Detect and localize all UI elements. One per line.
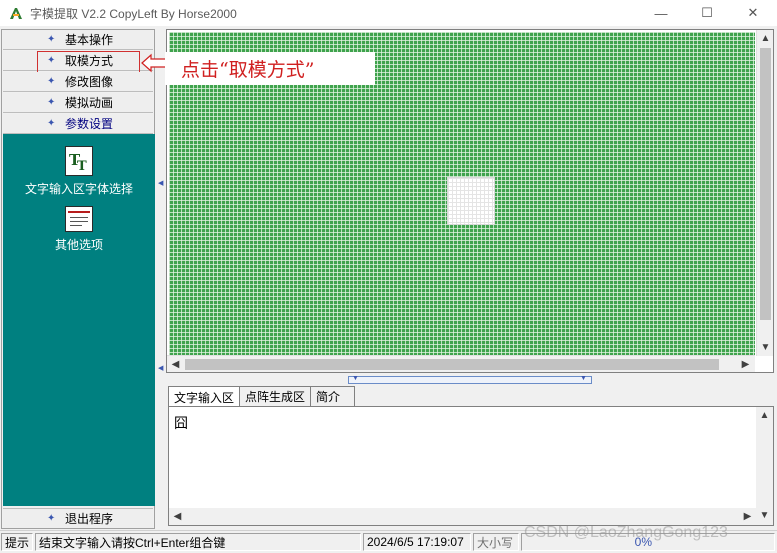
collapse-left-icon[interactable]: ◀ [158,179,163,187]
tool-panel: T T 文字输入区字体选择 其他选项 [3,134,155,506]
watermark: CSDN @LaoZhangGong123 [524,524,728,541]
font-select-label: 文字输入区字体选择 [24,182,133,196]
font-select-tool[interactable]: T T 文字输入区字体选择 [3,146,155,197]
horizontal-splitter[interactable]: ▼ ▼ [348,375,592,384]
exit-label: 退出程序 [65,512,114,526]
text-input-area[interactable]: 囧 ▲ ▼ ◀ ▶ [168,406,774,526]
sidebar-item-animation[interactable]: ✦ 模拟动画 [3,93,153,113]
annotation-text: 点击“取模方式” [181,59,315,81]
character-cell[interactable] [447,177,495,225]
sidebar-item-label: 参数设置 [65,117,114,131]
tab-dot-matrix[interactable]: 点阵生成区 [239,386,312,406]
scroll-up-icon[interactable]: ▲ [757,30,774,47]
collapse-left-icon[interactable]: ◀ [158,364,163,372]
exit-button[interactable]: ✦ 退出程序 [3,508,153,528]
scroll-left-icon[interactable]: ◀ [169,508,186,525]
vertical-splitter[interactable]: ◀ ◀ [156,29,164,529]
sidebar-item-label: 模拟动画 [65,96,114,110]
tab-text-input[interactable]: 文字输入区 [168,386,241,407]
status-hint-text: 结束文字输入请按Ctrl+Enter组合键 [35,533,361,551]
other-options-label: 其他选项 [54,238,103,252]
window-title: 字模提取 V2.2 CopyLeft By Horse2000 [30,6,237,21]
sidebar: ✦ 基本操作 ✦ 取模方式 ✦ 修改图像 ✦ 模拟动画 ✦ 参数设置 T T 文… [1,29,155,529]
diamond-icon: ✦ [47,34,56,45]
other-options-tool[interactable]: 其他选项 [3,206,155,253]
scroll-thumb[interactable] [185,359,719,370]
horizontal-scrollbar[interactable]: ◀ ▶ [167,355,755,372]
scroll-down-icon[interactable]: ▼ [756,507,773,524]
options-icon [65,206,93,232]
sidebar-item-basic[interactable]: ✦ 基本操作 [3,30,153,50]
left-arrow-icon [141,53,167,73]
scroll-thumb[interactable] [760,48,771,320]
status-datetime: 2024/6/5 17:19:07 [363,533,471,551]
scroll-right-icon[interactable]: ▶ [737,356,754,373]
annotation-callout: 点击“取模方式” [165,52,375,85]
status-caps: 大小写 [473,533,519,551]
font-icon: T T [65,146,93,176]
sidebar-item-edit-image[interactable]: ✦ 修改图像 [3,72,153,92]
highlight-box [37,51,140,73]
sidebar-item-label: 修改图像 [65,75,114,89]
diamond-icon: ✦ [47,118,56,129]
scroll-right-icon[interactable]: ▶ [739,508,756,525]
text-input-value[interactable]: 囧 [174,413,188,433]
collapse-down-icon[interactable]: ▼ [580,375,587,382]
bottom-tab-bar: 文字输入区 点阵生成区 简介 [168,386,356,407]
diamond-icon: ✦ [47,97,56,108]
close-button[interactable]: ✕ [730,0,776,26]
collapse-down-icon[interactable]: ▼ [352,375,359,382]
scroll-down-icon[interactable]: ▼ [757,339,774,356]
maximize-button[interactable]: ☐ [684,0,730,26]
app-icon [10,8,22,19]
tab-about[interactable]: 简介 [310,386,356,406]
input-vertical-scrollbar[interactable]: ▲ ▼ [756,407,773,525]
diamond-icon: ✦ [47,76,56,87]
minimize-button[interactable]: — [638,0,684,26]
title-bar: 字模提取 V2.2 CopyLeft By Horse2000 — ☐ ✕ [0,0,777,26]
diamond-icon: ✦ [47,513,56,524]
svg-text:T: T [77,159,87,174]
scroll-up-icon[interactable]: ▲ [756,407,773,424]
scroll-left-icon[interactable]: ◀ [167,356,184,373]
sidebar-item-label: 基本操作 [65,33,114,47]
input-horizontal-scrollbar[interactable]: ◀ ▶ [169,508,757,525]
vertical-scrollbar[interactable]: ▲ ▼ [756,30,773,356]
status-hint-label: 提示 [1,533,33,551]
sidebar-item-settings[interactable]: ✦ 参数设置 [3,114,153,134]
